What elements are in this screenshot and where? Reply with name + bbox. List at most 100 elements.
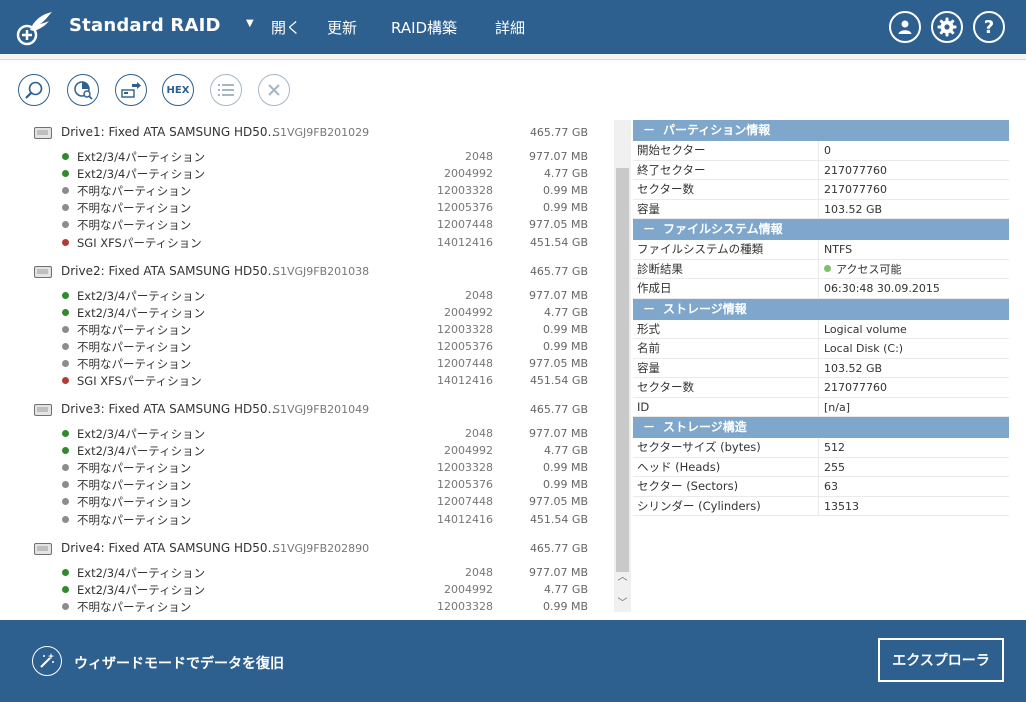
partition-row[interactable]: 不明なパーティション 12005376 0.99 MB bbox=[0, 199, 614, 216]
property-value: Logical volume bbox=[819, 320, 907, 339]
magic-wand-icon[interactable] bbox=[32, 646, 62, 676]
menu-raid-build[interactable]: RAID構築 bbox=[391, 17, 457, 38]
partition-row[interactable]: 不明なパーティション 12007448 977.05 MB bbox=[0, 355, 614, 372]
search-icon[interactable] bbox=[18, 74, 50, 106]
user-icon[interactable] bbox=[889, 11, 921, 43]
status-dot-icon bbox=[62, 325, 69, 333]
partition-size: 977.07 MB bbox=[528, 427, 588, 440]
drive-row[interactable]: Drive4: Fixed ATA SAMSUNG HD50… S1VGJ9FB2… bbox=[0, 540, 614, 557]
partition-row[interactable]: Ext2/3/4パーティション 2004992 4.77 GB bbox=[0, 165, 614, 182]
drive-row[interactable]: Drive1: Fixed ATA SAMSUNG HD50… S1VGJ9FB2… bbox=[0, 124, 614, 141]
partition-size: 977.07 MB bbox=[528, 565, 588, 579]
property-row: 終了セクター 217077760 bbox=[633, 160, 1009, 180]
partition-size: 0.99 MB bbox=[542, 201, 588, 215]
property-section-header[interactable]: －ストレージ構造 bbox=[633, 417, 1009, 438]
gear-icon[interactable] bbox=[931, 11, 963, 43]
wizard-mode-link[interactable]: ウィザードモードでデータを復旧 bbox=[74, 653, 284, 673]
partition-name: 不明なパーティション bbox=[77, 218, 192, 233]
partition-size: 977.05 MB bbox=[528, 495, 588, 509]
scroll-up-icon[interactable]: ︿ bbox=[614, 570, 631, 586]
hard-drive-icon bbox=[34, 404, 52, 416]
property-value: 217077760 bbox=[819, 180, 887, 199]
scan-icon[interactable] bbox=[67, 74, 99, 106]
partition-size: 4.77 GB bbox=[543, 582, 588, 596]
list-icon[interactable] bbox=[210, 74, 242, 106]
help-icon[interactable]: ? bbox=[973, 11, 1005, 43]
partition-row[interactable]: Ext2/3/4パーティション 2004992 4.77 GB bbox=[0, 442, 614, 459]
property-key: シリンダー (Cylinders) bbox=[633, 496, 819, 515]
partition-row[interactable]: 不明なパーティション 12007448 977.05 MB bbox=[0, 216, 614, 233]
collapse-icon[interactable]: － bbox=[643, 417, 663, 438]
close-icon[interactable] bbox=[258, 74, 290, 106]
property-value-text: 217077760 bbox=[824, 381, 887, 394]
app-title: Standard RAID bbox=[69, 15, 221, 36]
status-dot-icon bbox=[62, 464, 69, 472]
partition-start-sector: 12003328 bbox=[437, 184, 493, 198]
property-key: 作成日 bbox=[633, 279, 819, 298]
header-divider bbox=[0, 54, 1026, 60]
property-value: 217077760 bbox=[819, 161, 887, 180]
property-value-text: 217077760 bbox=[824, 183, 887, 196]
partition-row[interactable]: 不明なパーティション 12005376 0.99 MB bbox=[0, 338, 614, 355]
partition-name: 不明なパーティション bbox=[77, 184, 192, 199]
property-row: 容量 103.52 GB bbox=[633, 358, 1009, 378]
partition-row[interactable]: Ext2/3/4パーティション 2048 977.07 MB bbox=[0, 287, 614, 304]
partition-row[interactable]: 不明なパーティション 12007448 977.05 MB bbox=[0, 493, 614, 510]
partition-row[interactable]: 不明なパーティション 12003328 0.99 MB bbox=[0, 459, 614, 476]
hard-drive-icon bbox=[34, 265, 52, 278]
partition-row[interactable]: Ext2/3/4パーティション 2004992 4.77 GB bbox=[0, 304, 614, 321]
drive-row[interactable]: Drive2: Fixed ATA SAMSUNG HD50… S1VGJ9FB2… bbox=[0, 263, 614, 280]
partition-row[interactable]: Ext2/3/4パーティション 2048 977.07 MB bbox=[0, 564, 614, 581]
property-value-text: 255 bbox=[824, 460, 845, 474]
partition-row[interactable]: Ext2/3/4パーティション 2048 977.07 MB bbox=[0, 148, 614, 165]
property-section-header[interactable]: －パーティション情報 bbox=[633, 120, 1009, 141]
property-key: 容量 bbox=[633, 199, 819, 218]
partition-row[interactable]: Ext2/3/4パーティション 2004992 4.77 GB bbox=[0, 581, 614, 598]
drive-row[interactable]: Drive3: Fixed ATA SAMSUNG HD50… S1VGJ9FB2… bbox=[0, 401, 614, 418]
partition-row[interactable]: SGI XFSパーティション 14012416 451.54 GB bbox=[0, 234, 614, 251]
property-value: 103.52 GB bbox=[819, 200, 882, 219]
hex-editor-button[interactable]: HEX bbox=[162, 74, 194, 106]
properties-panel: －パーティション情報 開始セクター 0 終了セクター 217077760 セクター数 217… bbox=[633, 120, 1009, 516]
collapse-icon[interactable]: － bbox=[643, 219, 663, 240]
property-section-header[interactable]: －ファイルシステム情報 bbox=[633, 219, 1009, 240]
explorer-button[interactable]: エクスプローラ bbox=[878, 638, 1004, 682]
partition-start-sector: 12005376 bbox=[437, 478, 493, 492]
drive-serial: S1VGJ9FB201029 bbox=[273, 126, 370, 139]
partition-row[interactable]: 不明なパーティション 12005376 0.99 MB bbox=[0, 476, 614, 493]
partition-size: 0.99 MB bbox=[542, 322, 588, 336]
partition-start-sector: 12007448 bbox=[437, 495, 493, 509]
property-section-header[interactable]: －ストレージ情報 bbox=[633, 298, 1009, 320]
partition-row[interactable]: Ext2/3/4パーティション 2048 977.07 MB bbox=[0, 425, 614, 442]
menu-refresh[interactable]: 更新 bbox=[327, 17, 357, 38]
partition-row[interactable]: 不明なパーティション 12003328 0.99 MB bbox=[0, 598, 614, 612]
menu-details[interactable]: 詳細 bbox=[495, 17, 525, 38]
collapse-icon[interactable]: － bbox=[643, 299, 663, 320]
drive-serial: S1VGJ9FB201038 bbox=[273, 264, 370, 278]
partition-size: 4.77 GB bbox=[543, 444, 588, 458]
property-value: 13513 bbox=[819, 497, 859, 516]
partition-row[interactable]: 不明なパーティション 12003328 0.99 MB bbox=[0, 321, 614, 338]
tree-scrollbar[interactable]: ︿ ﹀ bbox=[614, 120, 631, 612]
partition-row[interactable]: SGI XFSパーティション 14012416 451.54 GB bbox=[0, 372, 614, 389]
partition-name: SGI XFSパーティション bbox=[77, 235, 202, 250]
app-footer: ウィザードモードでデータを復旧 エクスプローラ bbox=[0, 620, 1026, 702]
scrollbar-thumb[interactable] bbox=[616, 168, 629, 572]
property-value: 63 bbox=[819, 477, 838, 496]
section-title: パーティション情報 bbox=[663, 123, 771, 137]
collapse-icon[interactable]: － bbox=[643, 120, 663, 141]
drive-serial: S1VGJ9FB201049 bbox=[273, 403, 370, 416]
partition-size: 4.77 GB bbox=[543, 305, 588, 319]
section-title: ストレージ情報 bbox=[663, 301, 747, 316]
partition-name: Ext2/3/4パーティション bbox=[77, 444, 206, 459]
create-image-icon[interactable] bbox=[115, 74, 147, 106]
partition-name: 不明なパーティション bbox=[77, 322, 192, 337]
menu-dropdown-icon[interactable]: ▼ bbox=[246, 18, 254, 29]
partition-name: 不明なパーティション bbox=[77, 201, 192, 216]
menu-open[interactable]: 開く bbox=[271, 17, 301, 38]
partition-row[interactable]: 不明なパーティション 14012416 451.54 GB bbox=[0, 511, 614, 528]
property-value-text: 06:30:48 30.09.2015 bbox=[824, 282, 940, 295]
partition-row[interactable]: 不明なパーティション 12003328 0.99 MB bbox=[0, 182, 614, 199]
scroll-down-icon[interactable]: ﹀ bbox=[614, 596, 631, 612]
partition-size: 4.77 GB bbox=[543, 167, 588, 181]
